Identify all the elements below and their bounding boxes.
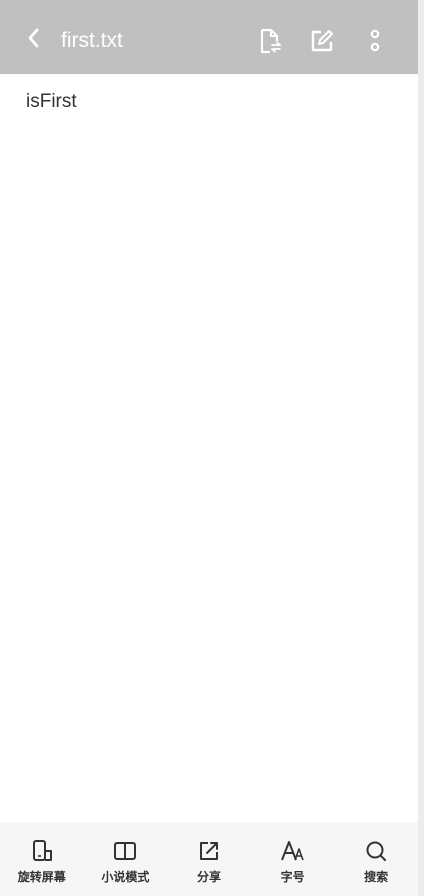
- file-convert-icon: [260, 28, 281, 54]
- search-button[interactable]: 搜索: [341, 838, 411, 885]
- share-label: 分享: [196, 869, 221, 884]
- document-text: isFirst: [26, 91, 77, 112]
- font-size-label: 字号: [280, 869, 305, 884]
- file-convert-button[interactable]: [257, 27, 283, 55]
- edit-icon: [311, 30, 333, 52]
- back-icon: [28, 28, 39, 48]
- back-button[interactable]: [20, 25, 46, 51]
- file-title: first.txt: [61, 29, 123, 52]
- novel-mode-button[interactable]: 小说模式: [90, 838, 160, 885]
- bottom-toolbar: 旋转屏幕 小说模式 分享 字号 搜索: [0, 822, 418, 896]
- share-icon: [199, 841, 218, 860]
- font-size-button[interactable]: 字号: [258, 838, 328, 885]
- search-label: 搜索: [364, 869, 389, 884]
- more-options-button[interactable]: [362, 27, 388, 55]
- book-icon: [114, 841, 137, 860]
- search-icon: [366, 841, 387, 861]
- share-button[interactable]: 分享: [174, 838, 244, 885]
- rotate-screen-button[interactable]: 旋转屏幕: [7, 838, 77, 885]
- more-vertical-icon: [370, 29, 380, 52]
- scrollbar[interactable]: [418, 0, 424, 896]
- text-content-area[interactable]: isFirst: [0, 74, 418, 822]
- rotate-screen-icon: [32, 839, 52, 861]
- rotate-screen-label: 旋转屏幕: [17, 869, 66, 884]
- top-app-bar: first.txt: [0, 0, 424, 74]
- novel-mode-label: 小说模式: [101, 869, 150, 884]
- edit-button[interactable]: [309, 27, 335, 55]
- font-size-icon: [280, 840, 304, 860]
